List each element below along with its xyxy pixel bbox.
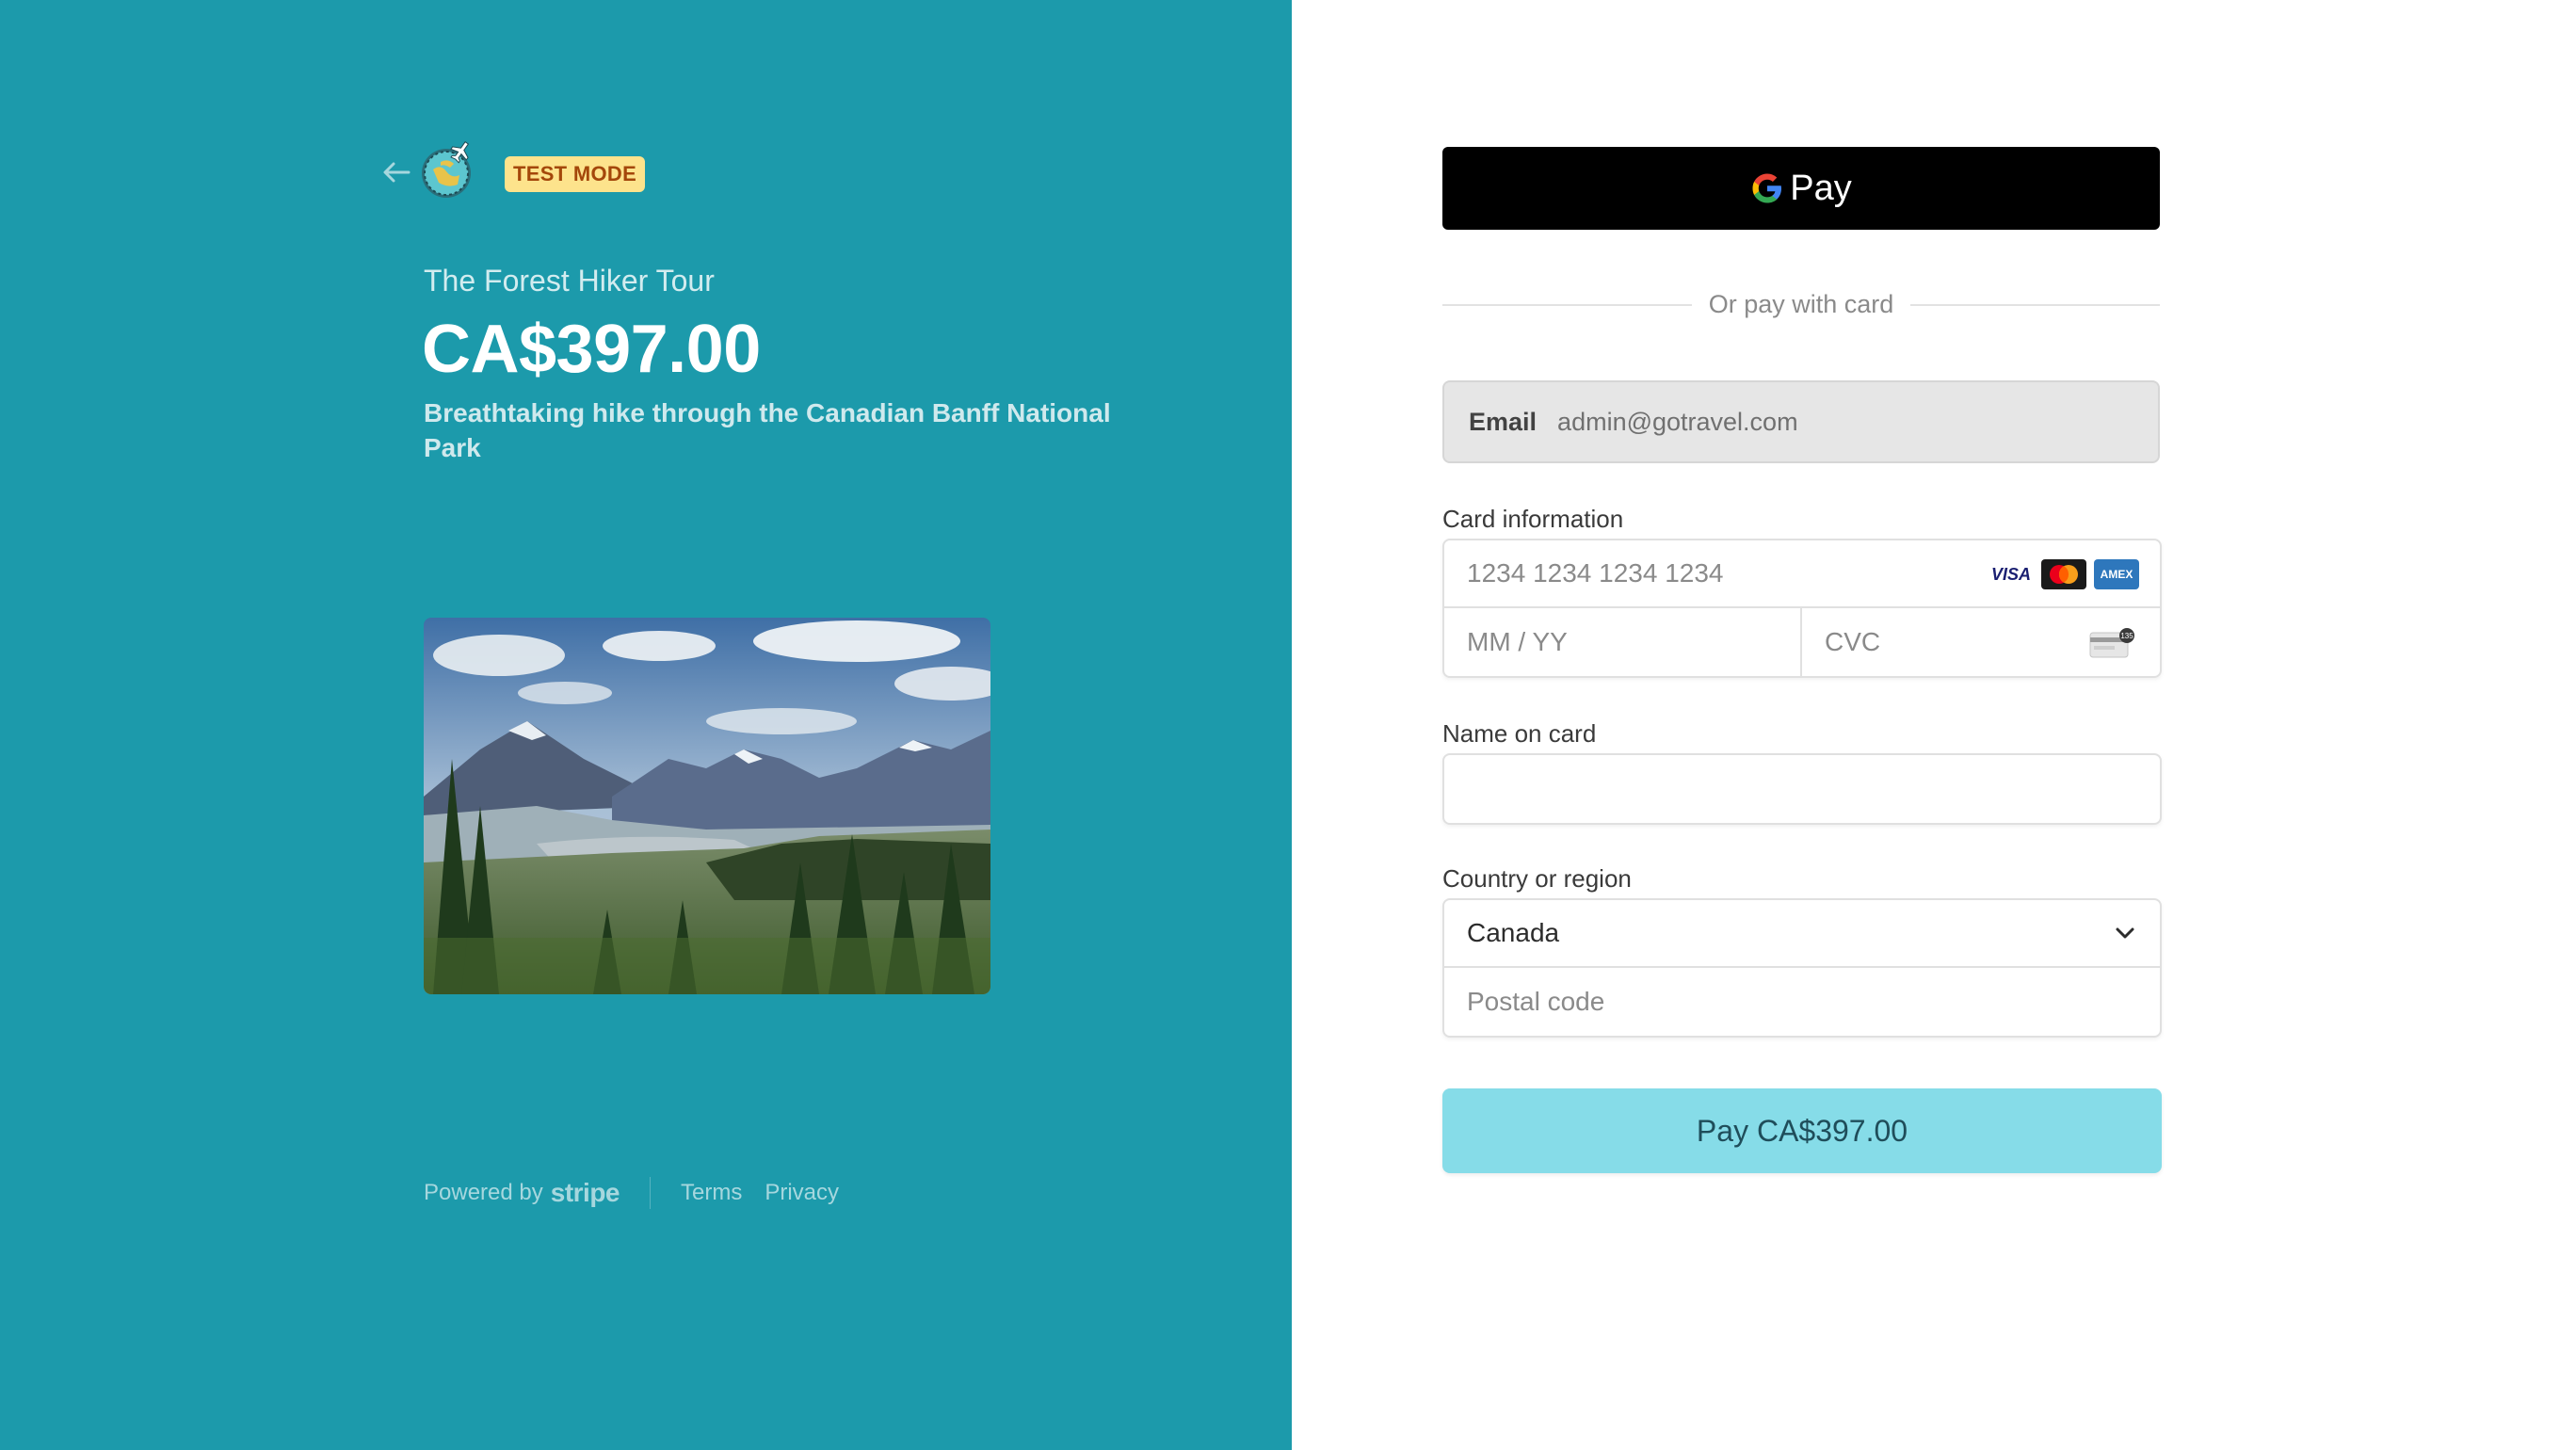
google-pay-label: Pay: [1790, 168, 1852, 208]
chevron-down-icon: [2116, 927, 2134, 939]
google-g-icon: [1752, 173, 1782, 203]
card-number-placeholder: 1234 1234 1234 1234: [1467, 558, 1724, 588]
email-value: admin@gotravel.com: [1557, 407, 1798, 436]
product-description: Breathtaking hike through the Canadian B…: [424, 398, 1111, 462]
privacy-link[interactable]: Privacy: [765, 1180, 839, 1206]
footer-divider: [650, 1177, 651, 1209]
email-field: Email admin@gotravel.com: [1442, 380, 2160, 463]
postal-code-placeholder: Postal code: [1467, 987, 1605, 1016]
card-brands: VISA AMEX: [1988, 559, 2139, 589]
name-on-card-input[interactable]: [1442, 753, 2162, 825]
powered-by-text: Powered by: [424, 1180, 543, 1205]
divider-text: Or pay with card: [1708, 290, 1894, 318]
pay-with-card-divider: Or pay with card: [1442, 290, 2161, 319]
expiry-placeholder: MM / YY: [1467, 627, 1568, 656]
country-value: Canada: [1467, 918, 1560, 947]
test-mode-badge: TEST MODE: [505, 156, 646, 192]
billing-address-group: Canada Postal code: [1442, 898, 2162, 1038]
arrow-left-icon[interactable]: [380, 158, 412, 186]
card-number-input[interactable]: 1234 1234 1234 1234 VISA AMEX: [1444, 540, 2160, 608]
email-label: Email: [1469, 407, 1538, 436]
country-select[interactable]: Canada: [1444, 900, 2160, 968]
card-expiry-input[interactable]: MM / YY: [1444, 608, 1802, 676]
card-information-label: Card information: [1442, 505, 1624, 533]
pay-button[interactable]: Pay CA$397.00: [1442, 1088, 2162, 1173]
name-on-card-label: Name on card: [1442, 719, 1597, 748]
visa-icon: VISA: [1988, 559, 2034, 589]
postal-code-input[interactable]: Postal code: [1444, 968, 2160, 1036]
amex-icon: AMEX: [2094, 559, 2139, 589]
product-name: The Forest Hiker Tour: [424, 264, 715, 298]
terms-link[interactable]: Terms: [681, 1180, 742, 1206]
google-pay-button[interactable]: Pay: [1442, 147, 2160, 230]
country-region-label: Country or region: [1442, 864, 1632, 893]
svg-text:135: 135: [2120, 632, 2133, 640]
cvc-card-icon: 135: [2089, 628, 2134, 658]
cvc-placeholder: CVC: [1825, 627, 1881, 656]
mastercard-icon: [2041, 559, 2086, 589]
card-information-group: 1234 1234 1234 1234 VISA AMEX MM / YY CV…: [1442, 539, 2162, 678]
footer: Powered by stripe Terms Privacy: [424, 1177, 861, 1209]
product-price: CA$397.00: [422, 312, 761, 387]
stripe-logo[interactable]: stripe: [551, 1178, 620, 1208]
travel-logo-icon: [422, 141, 471, 198]
product-image: [424, 618, 990, 994]
payment-form-panel: Pay Or pay with card Email admin@gotrave…: [1292, 0, 2576, 1450]
order-summary-panel: TEST MODE The Forest Hiker Tour CA$397.0…: [0, 0, 1292, 1450]
card-cvc-input[interactable]: CVC 135: [1802, 608, 2160, 676]
